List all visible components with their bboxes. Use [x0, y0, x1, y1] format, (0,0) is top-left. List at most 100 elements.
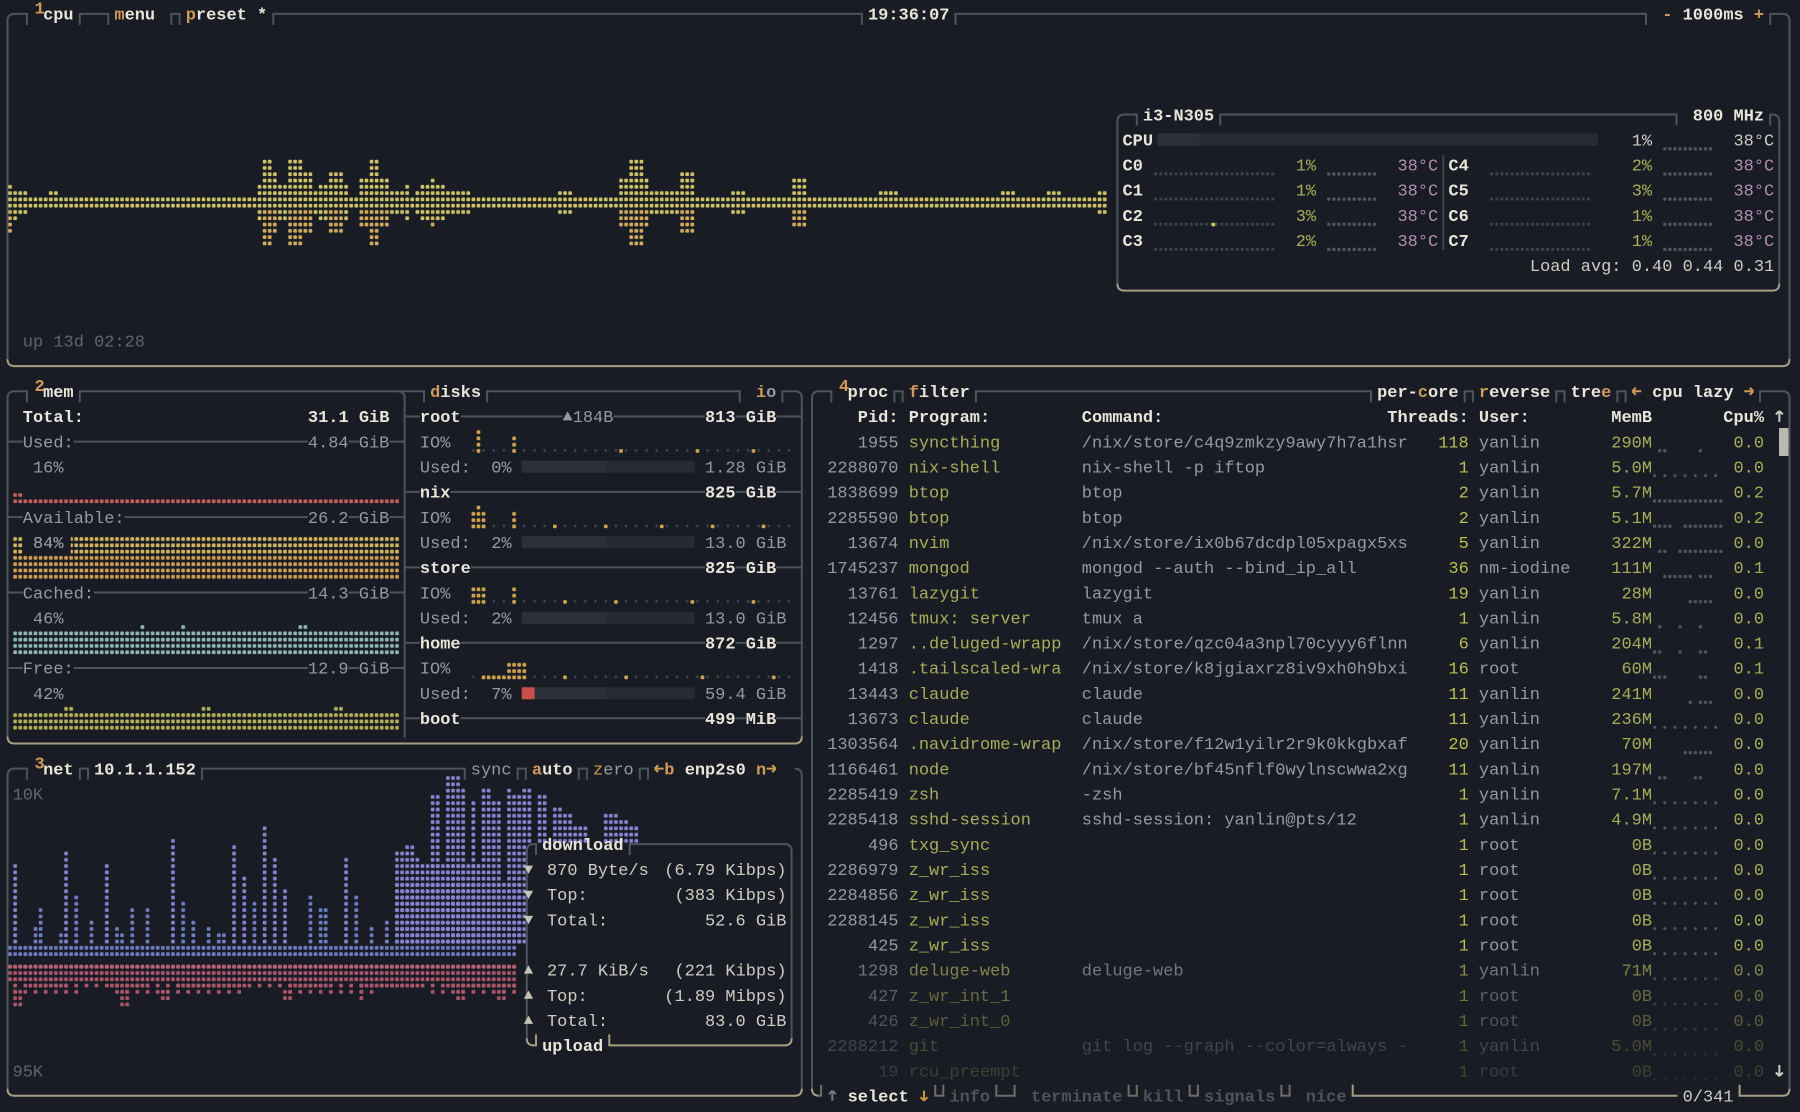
svg-text:0.0: 0.0: [1734, 1038, 1765, 1057]
svg-text:C5: C5: [1448, 183, 1468, 202]
svg-text:0.0: 0.0: [1734, 1013, 1765, 1032]
svg-text:38°C: 38°C: [1734, 208, 1775, 227]
svg-text:i: i: [756, 384, 766, 403]
svg-text:Used:: Used:: [420, 460, 471, 479]
svg-text:38°C: 38°C: [1734, 158, 1775, 177]
svg-text:0.0: 0.0: [1734, 585, 1765, 604]
svg-text:42%: 42%: [33, 686, 64, 705]
svg-text:root: root: [1479, 1063, 1520, 1082]
svg-text:0/341: 0/341: [1683, 1088, 1734, 1107]
svg-text:1: 1: [1459, 1063, 1469, 1082]
svg-text:yanlin: yanlin: [1479, 812, 1540, 831]
svg-text:0.0: 0.0: [1734, 887, 1765, 906]
svg-text:Used:: Used:: [420, 686, 471, 705]
svg-text:13761: 13761: [848, 585, 899, 604]
svg-text:root: root: [1479, 661, 1520, 680]
svg-text:5.0M: 5.0M: [1611, 1038, 1652, 1057]
svg-text:/nix/store/qzc04a3npl70cyyy6fl: /nix/store/qzc04a3npl70cyyy6flnn: [1082, 636, 1408, 655]
svg-text:16%: 16%: [33, 460, 64, 479]
svg-text:(221 Kibps): (221 Kibps): [675, 963, 787, 982]
svg-text:0.0: 0.0: [1734, 686, 1765, 705]
svg-text:19: 19: [878, 1063, 898, 1082]
svg-text:yanlin: yanlin: [1479, 963, 1540, 982]
svg-text:a: a: [532, 761, 542, 780]
svg-text:deluge-web: deluge-web: [909, 963, 1011, 982]
svg-text:0B: 0B: [1632, 1013, 1652, 1032]
svg-text:btop: btop: [1082, 510, 1123, 529]
svg-text:0.0: 0.0: [1734, 761, 1765, 780]
svg-text:95K: 95K: [13, 1063, 44, 1082]
svg-text:claude: claude: [1082, 686, 1143, 705]
svg-text:z_wr_iss: z_wr_iss: [909, 912, 991, 931]
svg-text:20: 20: [1448, 736, 1468, 755]
svg-text:yanlin: yanlin: [1479, 510, 1540, 529]
svg-text:deluge-web: deluge-web: [1082, 963, 1184, 982]
svg-text:info: info: [949, 1088, 990, 1107]
svg-text:Command:: Command:: [1082, 409, 1164, 428]
svg-text:o: o: [766, 384, 776, 403]
svg-text:sshd-session: sshd-session: [909, 812, 1031, 831]
svg-text:CPU: CPU: [1123, 132, 1154, 151]
svg-text:13443: 13443: [848, 686, 899, 705]
svg-text:4.9M: 4.9M: [1611, 812, 1652, 831]
svg-text:1955: 1955: [858, 434, 899, 453]
svg-text:GiB: GiB: [746, 485, 777, 504]
svg-text:..deluged-wrapp: ..deluged-wrapp: [909, 636, 1062, 655]
svg-text:yanlin: yanlin: [1479, 460, 1540, 479]
svg-text:signals: signals: [1204, 1088, 1275, 1107]
svg-text:31.1 GiB: 31.1 GiB: [308, 409, 390, 428]
svg-text:b: b: [664, 761, 674, 780]
svg-text:r: r: [1479, 384, 1489, 403]
svg-text:0.2: 0.2: [1734, 510, 1765, 529]
svg-text:38°C: 38°C: [1398, 158, 1439, 177]
svg-text:0.0: 0.0: [1734, 912, 1765, 931]
svg-text:0B: 0B: [1632, 988, 1652, 1007]
svg-text:mongod --auth --bind_ip_all: mongod --auth --bind_ip_all: [1082, 560, 1357, 579]
svg-text:1: 1: [1459, 610, 1469, 629]
svg-text:C6: C6: [1448, 208, 1468, 227]
svg-text:(1.89 Mibps): (1.89 Mibps): [664, 988, 786, 1007]
svg-text:499: 499: [705, 711, 736, 730]
svg-text:1838699: 1838699: [827, 485, 898, 504]
svg-text:Free:: Free:: [23, 661, 74, 680]
svg-text:sshd-session: yanlin@pts/12: sshd-session: yanlin@pts/12: [1082, 812, 1357, 831]
svg-text:0.1: 0.1: [1734, 661, 1765, 680]
svg-text:C3: C3: [1123, 233, 1143, 252]
svg-text:12456: 12456: [848, 610, 899, 629]
svg-text:yanlin: yanlin: [1479, 610, 1540, 629]
svg-text:1: 1: [1459, 1038, 1469, 1057]
svg-text:.tailscaled-wra: .tailscaled-wra: [909, 661, 1062, 680]
svg-text:6: 6: [1459, 636, 1469, 655]
svg-text:C2: C2: [1123, 208, 1143, 227]
svg-text:git: git: [909, 1038, 940, 1057]
svg-text:36: 36: [1448, 560, 1468, 579]
svg-text:46%: 46%: [33, 610, 64, 629]
svg-text:z: z: [593, 761, 603, 780]
svg-text:1.28 GiB: 1.28 GiB: [705, 460, 787, 479]
svg-text:enu: enu: [125, 7, 156, 26]
svg-text:Used:: Used:: [420, 535, 471, 554]
svg-text:59.4 GiB: 59.4 GiB: [705, 686, 787, 705]
svg-text:Cpu%: Cpu%: [1723, 409, 1764, 428]
svg-text:enp2s0: enp2s0: [685, 761, 746, 780]
svg-text:12.9: 12.9: [308, 661, 349, 680]
svg-text:btop: btop: [909, 485, 950, 504]
svg-text:IO%: IO%: [420, 434, 451, 453]
svg-text:nix-shell: nix-shell: [909, 460, 1001, 479]
svg-text:38°C: 38°C: [1398, 233, 1439, 252]
svg-text:241M: 241M: [1611, 686, 1652, 705]
svg-text:MiB: MiB: [746, 711, 777, 730]
svg-text:/nix/store/bf45nflf0wylnscwwa2: /nix/store/bf45nflf0wylnscwwa2xg: [1082, 761, 1408, 780]
svg-text:Used:: Used:: [420, 610, 471, 629]
svg-text:IO%: IO%: [420, 585, 451, 604]
svg-text:cpu lazy: cpu lazy: [1652, 384, 1734, 403]
svg-text:isks: isks: [440, 384, 481, 403]
svg-text:root: root: [1479, 912, 1520, 931]
svg-text:-: -: [1662, 7, 1672, 26]
svg-text:0.0: 0.0: [1734, 535, 1765, 554]
svg-text:84%: 84%: [33, 535, 64, 554]
svg-text:19: 19: [1448, 585, 1468, 604]
svg-text:1: 1: [1459, 837, 1469, 856]
svg-text:ilter: ilter: [919, 384, 970, 403]
svg-text:yanlin: yanlin: [1479, 434, 1540, 453]
